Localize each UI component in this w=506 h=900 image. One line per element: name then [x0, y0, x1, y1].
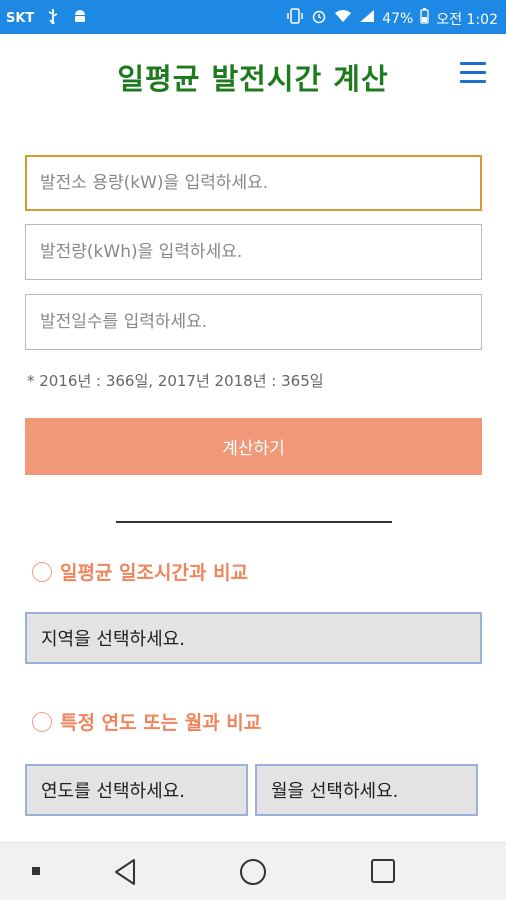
menu-icon[interactable]	[460, 62, 486, 86]
page-title: 일평균 발전시간 계산	[117, 62, 389, 96]
radio-icon[interactable]	[32, 561, 52, 582]
radio-icon[interactable]	[32, 711, 52, 732]
capacity-input[interactable]	[25, 155, 482, 211]
home-icon[interactable]	[240, 859, 266, 885]
nav-dot-icon	[32, 867, 40, 875]
android-icon	[72, 8, 88, 29]
app-header: 일평균 발전시간 계산	[0, 34, 506, 118]
compare-period-label: 특정 연도 또는 월과 비교	[60, 712, 262, 734]
signal-icon	[359, 9, 375, 28]
year-select[interactable]: 연도를 선택하세요.	[25, 764, 248, 816]
status-bar: SKT 47% 오전 1:02	[0, 0, 506, 34]
calculate-button[interactable]: 계산하기	[25, 418, 482, 475]
recent-apps-icon[interactable]	[371, 859, 395, 883]
clock: 오전 1:02	[436, 11, 498, 28]
carrier-label: SKT	[6, 11, 35, 26]
section-divider	[116, 521, 392, 523]
region-select[interactable]: 지역을 선택하세요.	[25, 612, 482, 664]
wifi-icon	[334, 9, 352, 28]
days-input[interactable]	[25, 294, 482, 350]
usb-icon	[46, 8, 60, 29]
alarm-icon	[311, 8, 327, 29]
battery-icon	[420, 8, 429, 29]
leap-year-note: * 2016년 : 366일, 2017년 2018년 : 365일	[27, 372, 324, 390]
month-select[interactable]: 월을 선택하세요.	[255, 764, 478, 816]
compare-sunshine-option[interactable]: 일평균 일조시간과 비교	[32, 558, 248, 585]
generation-input[interactable]	[25, 224, 482, 280]
navigation-bar	[0, 842, 506, 900]
compare-period-option[interactable]: 특정 연도 또는 월과 비교	[32, 708, 261, 735]
compare-sunshine-label: 일평균 일조시간과 비교	[60, 562, 249, 584]
vibrate-icon	[286, 8, 304, 29]
back-icon[interactable]	[112, 857, 138, 887]
battery-percent: 47%	[382, 10, 414, 27]
